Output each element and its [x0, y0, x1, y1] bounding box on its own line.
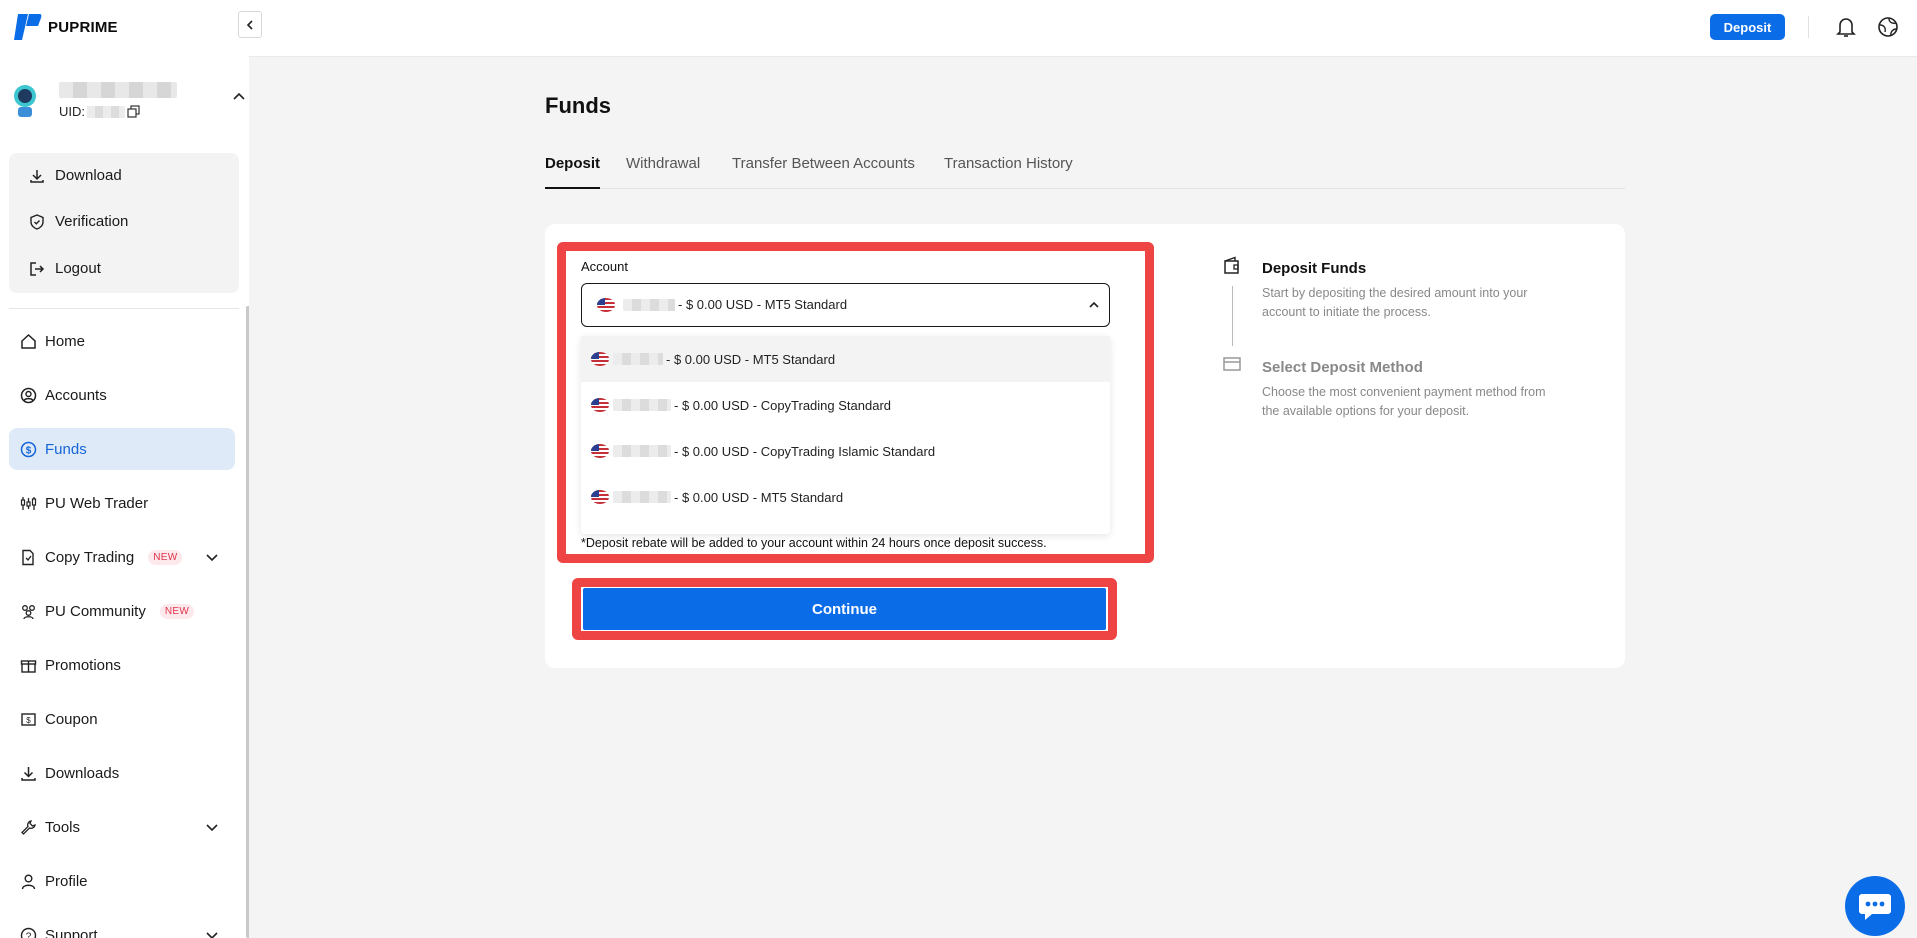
- svg-text:$: $: [26, 445, 32, 456]
- download-icon: [21, 766, 36, 781]
- sidebar-item-funds[interactable]: $ Funds: [9, 428, 235, 470]
- sidebar-item-label: Coupon: [45, 710, 98, 728]
- account-menu: Download Verification Logout: [9, 153, 239, 293]
- language-globe-icon[interactable]: [1877, 16, 1899, 38]
- sidebar-item-label: Accounts: [45, 386, 107, 404]
- step-description: Choose the most convenient payment metho…: [1262, 385, 1546, 418]
- copy-icon[interactable]: [127, 105, 140, 118]
- dollar-circle-icon: $: [20, 441, 37, 457]
- sidebar-divider: [9, 308, 239, 309]
- wrench-icon: [21, 819, 36, 835]
- step-title: Select Deposit Method: [1262, 359, 1423, 376]
- shield-check-icon: [30, 213, 44, 230]
- sidebar-item-label: PU Web Trader: [45, 494, 149, 512]
- svg-text:?: ?: [26, 931, 32, 938]
- sidebar-item-pu-community[interactable]: PU Community NEW: [9, 590, 235, 632]
- page-title: Funds: [545, 93, 611, 118]
- sidebar: PUPRIME UID: Download Verification Logou…: [0, 0, 249, 938]
- person-icon: [21, 874, 36, 889]
- uid-label: UID:: [59, 104, 85, 119]
- step-connector: [1232, 286, 1233, 346]
- user-profile-block[interactable]: UID:: [10, 80, 245, 122]
- tab-transfer-between-accounts[interactable]: Transfer Between Accounts: [732, 155, 915, 189]
- wallet-icon: [1224, 256, 1239, 274]
- sidebar-item-label: Tools: [45, 818, 81, 836]
- sidebar-item-profile[interactable]: Profile: [9, 860, 235, 902]
- sidebar-item-label: Downloads: [45, 764, 120, 782]
- sidebar-item-downloads[interactable]: Downloads: [9, 752, 235, 794]
- menu-item-label: Logout: [55, 260, 101, 277]
- sidebar-item-home[interactable]: Home: [9, 320, 235, 362]
- copy-document-icon: [22, 549, 34, 565]
- topbar-divider: [1808, 16, 1809, 38]
- step-title: Deposit Funds: [1262, 260, 1367, 277]
- brand-name: PUPRIME: [48, 18, 118, 36]
- highlight-box-account: [557, 242, 1154, 563]
- coupon-icon: $: [21, 712, 36, 726]
- sidebar-item-copy-trading[interactable]: Copy Trading NEW: [9, 536, 235, 578]
- sidebar-item-accounts[interactable]: Accounts: [9, 374, 235, 416]
- logout-icon: [30, 261, 45, 276]
- sidebar-item-label: PU Community: [45, 602, 146, 620]
- chevron-left-icon: [246, 19, 253, 30]
- menu-item-logout[interactable]: Logout: [29, 260, 101, 277]
- menu-item-verification[interactable]: Verification: [29, 213, 128, 230]
- bell-icon[interactable]: [1836, 16, 1856, 38]
- sidebar-item-coupon[interactable]: $ Coupon: [9, 698, 235, 740]
- brand-logo[interactable]: PUPRIME: [12, 12, 118, 42]
- uid-value-redacted: [87, 105, 125, 118]
- menu-item-download[interactable]: Download: [29, 167, 122, 184]
- chat-bubble-icon: [1859, 894, 1891, 920]
- home-icon: [21, 333, 36, 349]
- new-badge: NEW: [159, 603, 195, 619]
- sidebar-item-label: Profile: [45, 872, 88, 890]
- topbar: Deposit: [249, 0, 1917, 57]
- menu-item-label: Verification: [55, 213, 129, 230]
- sidebar-item-tools[interactable]: Tools: [9, 806, 235, 848]
- sidebar-item-label: Funds: [45, 440, 87, 458]
- highlight-box-continue: [572, 578, 1117, 640]
- puprime-logo-icon: [14, 14, 42, 40]
- sidebar-item-support[interactable]: ? Support: [9, 914, 235, 938]
- help-circle-icon: ?: [20, 927, 37, 938]
- chevron-down-icon[interactable]: [205, 820, 219, 834]
- sidebar-item-label: Copy Trading: [45, 548, 135, 566]
- step-description: Start by depositing the desired amount i…: [1262, 286, 1528, 319]
- deposit-steps: Deposit Funds Start by depositing the de…: [1222, 256, 1552, 426]
- deposit-button[interactable]: Deposit: [1710, 14, 1785, 40]
- sidebar-item-label: Promotions: [45, 656, 121, 674]
- uid-row: UID:: [59, 104, 140, 119]
- sidebar-item-label: Support: [45, 926, 98, 938]
- chevron-down-icon[interactable]: [205, 928, 219, 938]
- gift-icon: [20, 659, 37, 673]
- chevron-up-icon[interactable]: [232, 90, 246, 104]
- tab-deposit[interactable]: Deposit: [545, 155, 601, 189]
- download-icon: [30, 169, 44, 183]
- live-chat-button[interactable]: [1845, 876, 1905, 936]
- tab-withdrawal[interactable]: Withdrawal: [626, 155, 700, 189]
- sidebar-item-promotions[interactable]: Promotions: [9, 644, 235, 686]
- user-name-redacted: [59, 82, 177, 98]
- funds-tabs: Deposit Withdrawal Transfer Between Acco…: [545, 155, 1625, 189]
- people-icon: [22, 604, 35, 619]
- chevron-down-icon[interactable]: [205, 550, 219, 564]
- collapse-sidebar-button[interactable]: [238, 11, 262, 38]
- user-circle-icon: [20, 387, 37, 403]
- card-icon: [1223, 357, 1241, 371]
- avatar: [14, 85, 36, 117]
- sidebar-item-pu-web-trader[interactable]: PU Web Trader: [9, 482, 235, 524]
- candlestick-icon: [20, 496, 37, 510]
- new-badge: NEW: [148, 549, 183, 565]
- sidebar-item-label: Home: [45, 332, 86, 350]
- sidebar-scrollbar[interactable]: [246, 306, 249, 938]
- menu-item-label: Download: [55, 167, 122, 184]
- tab-transaction-history[interactable]: Transaction History: [944, 155, 1073, 189]
- svg-text:$: $: [26, 716, 31, 725]
